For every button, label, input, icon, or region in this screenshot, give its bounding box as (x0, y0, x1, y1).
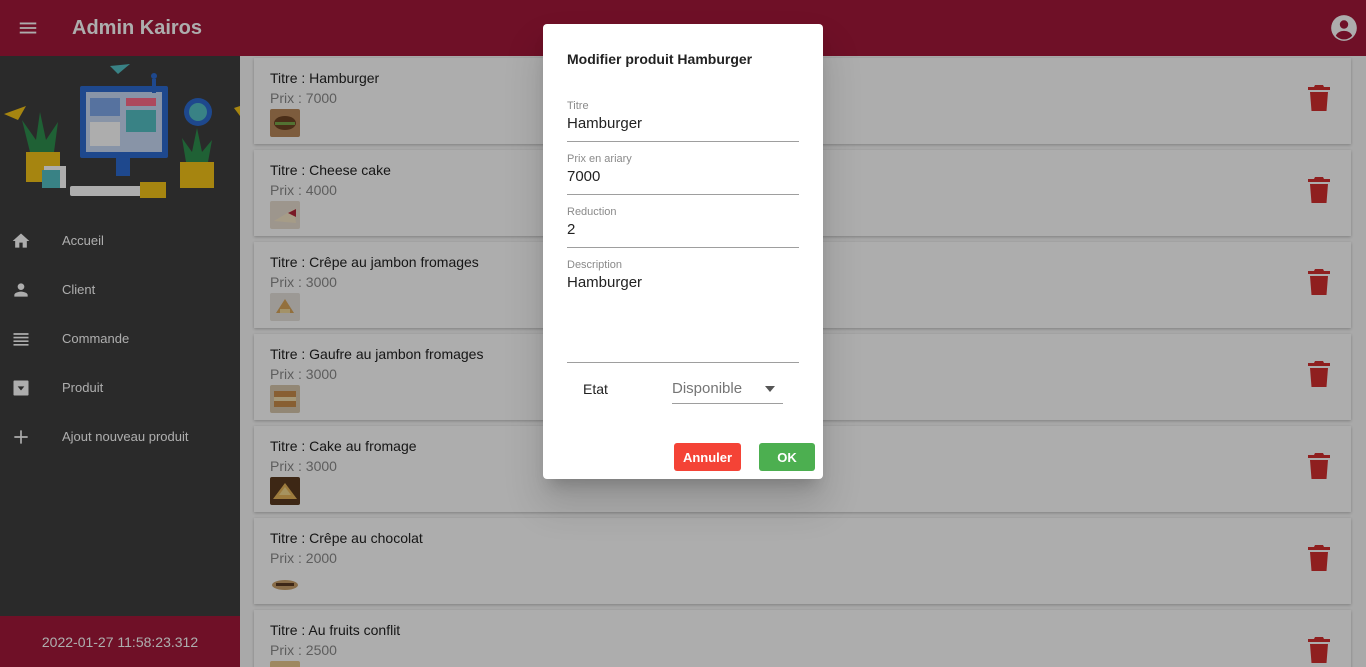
titre-label: Titre (567, 100, 589, 112)
prix-label: Prix en ariary (567, 153, 632, 165)
reduction-label: Reduction (567, 206, 617, 218)
description-label: Description (567, 259, 623, 271)
prix-input[interactable] (567, 165, 799, 185)
description-field: Description Hamburger (567, 259, 799, 363)
titre-input[interactable] (567, 112, 799, 132)
dialog-title: Modifier produit Hamburger (567, 51, 753, 67)
etat-label: Etat (583, 381, 608, 397)
description-input[interactable]: Hamburger (567, 271, 799, 351)
cancel-button[interactable]: Annuler (674, 443, 741, 471)
dropdown-arrow-icon (765, 386, 775, 392)
edit-product-dialog: Modifier produit Hamburger Titre Prix en… (543, 24, 823, 479)
reduction-field: Reduction (567, 206, 799, 248)
reduction-input[interactable] (567, 218, 799, 238)
etat-select[interactable]: Disponible (672, 378, 783, 404)
etat-select-value: Disponible (672, 380, 743, 397)
titre-field: Titre (567, 100, 799, 142)
ok-button[interactable]: OK (759, 443, 815, 471)
prix-field: Prix en ariary (567, 153, 799, 195)
